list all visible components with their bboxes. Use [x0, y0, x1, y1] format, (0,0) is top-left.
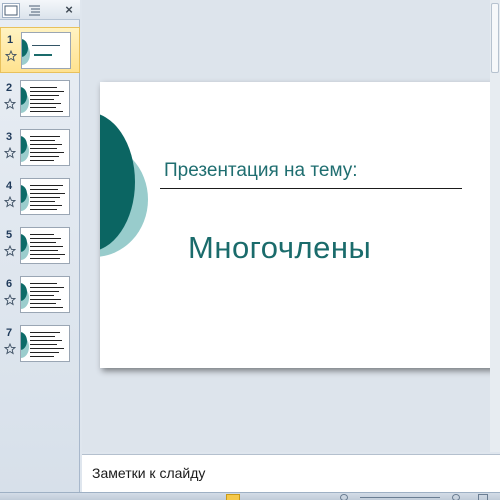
slide-number: 2	[6, 82, 13, 94]
slide-thumbnail-1[interactable]: 1	[0, 27, 80, 73]
pane-tabs: ×	[0, 0, 80, 20]
normal-view-icon[interactable]	[226, 494, 240, 500]
transition-star-icon	[4, 196, 16, 208]
zoom-out-icon[interactable]	[340, 494, 348, 500]
subtitle-divider	[160, 188, 462, 189]
slide-title[interactable]: Многочлены	[188, 230, 448, 266]
slide-thumbnail-7[interactable]: 7	[0, 321, 80, 367]
slide-thumbnail-preview	[20, 80, 70, 117]
slides-tab-icon[interactable]	[2, 3, 20, 18]
transition-star-icon	[4, 343, 16, 355]
vertical-scrollbar[interactable]	[490, 0, 500, 452]
slide-thumbnail-preview	[20, 178, 70, 215]
zoom-slider[interactable]	[360, 497, 440, 498]
transition-star-icon	[5, 50, 17, 62]
outline-tab-icon[interactable]	[26, 3, 44, 18]
fit-to-window-icon[interactable]	[478, 494, 488, 500]
slide-number: 5	[6, 229, 13, 241]
scrollbar-thumb[interactable]	[491, 3, 499, 73]
transition-star-icon	[4, 147, 16, 159]
close-icon[interactable]: ×	[62, 2, 76, 17]
slide-thumbnail-5[interactable]: 5	[0, 223, 80, 269]
transition-star-icon	[4, 245, 16, 257]
zoom-in-icon[interactable]	[452, 494, 460, 500]
slide-number: 1	[7, 34, 14, 46]
slide-thumbnail-4[interactable]: 4	[0, 174, 80, 220]
slides-pane: × 1 2 3 4 5 6 7	[0, 0, 80, 492]
slide-number: 6	[6, 278, 13, 290]
slide-thumbnail-preview	[20, 325, 70, 362]
notes-pane[interactable]: Заметки к слайду	[82, 454, 500, 492]
transition-star-icon	[4, 98, 16, 110]
status-bar	[0, 492, 500, 500]
slide-thumbnail-preview	[21, 32, 71, 69]
slide-subtitle[interactable]: Презентация на тему:	[164, 160, 464, 182]
transition-star-icon	[4, 294, 16, 306]
notes-placeholder: Заметки к слайду	[92, 465, 206, 481]
slide-thumbnail-2[interactable]: 2	[0, 76, 80, 122]
slide-canvas[interactable]: Презентация на тему: Многочлены	[100, 82, 498, 368]
slide-number: 3	[6, 131, 13, 143]
slide-thumbnail-3[interactable]: 3	[0, 125, 80, 171]
slide-number: 7	[6, 327, 13, 339]
slide-editor: Презентация на тему: Многочлены	[82, 0, 500, 452]
slide-thumbnail-6[interactable]: 6	[0, 272, 80, 318]
slide-thumbnail-preview	[20, 276, 70, 313]
slide-thumbnail-preview	[20, 129, 70, 166]
slide-thumbnail-preview	[20, 227, 70, 264]
slide-number: 4	[6, 180, 13, 192]
